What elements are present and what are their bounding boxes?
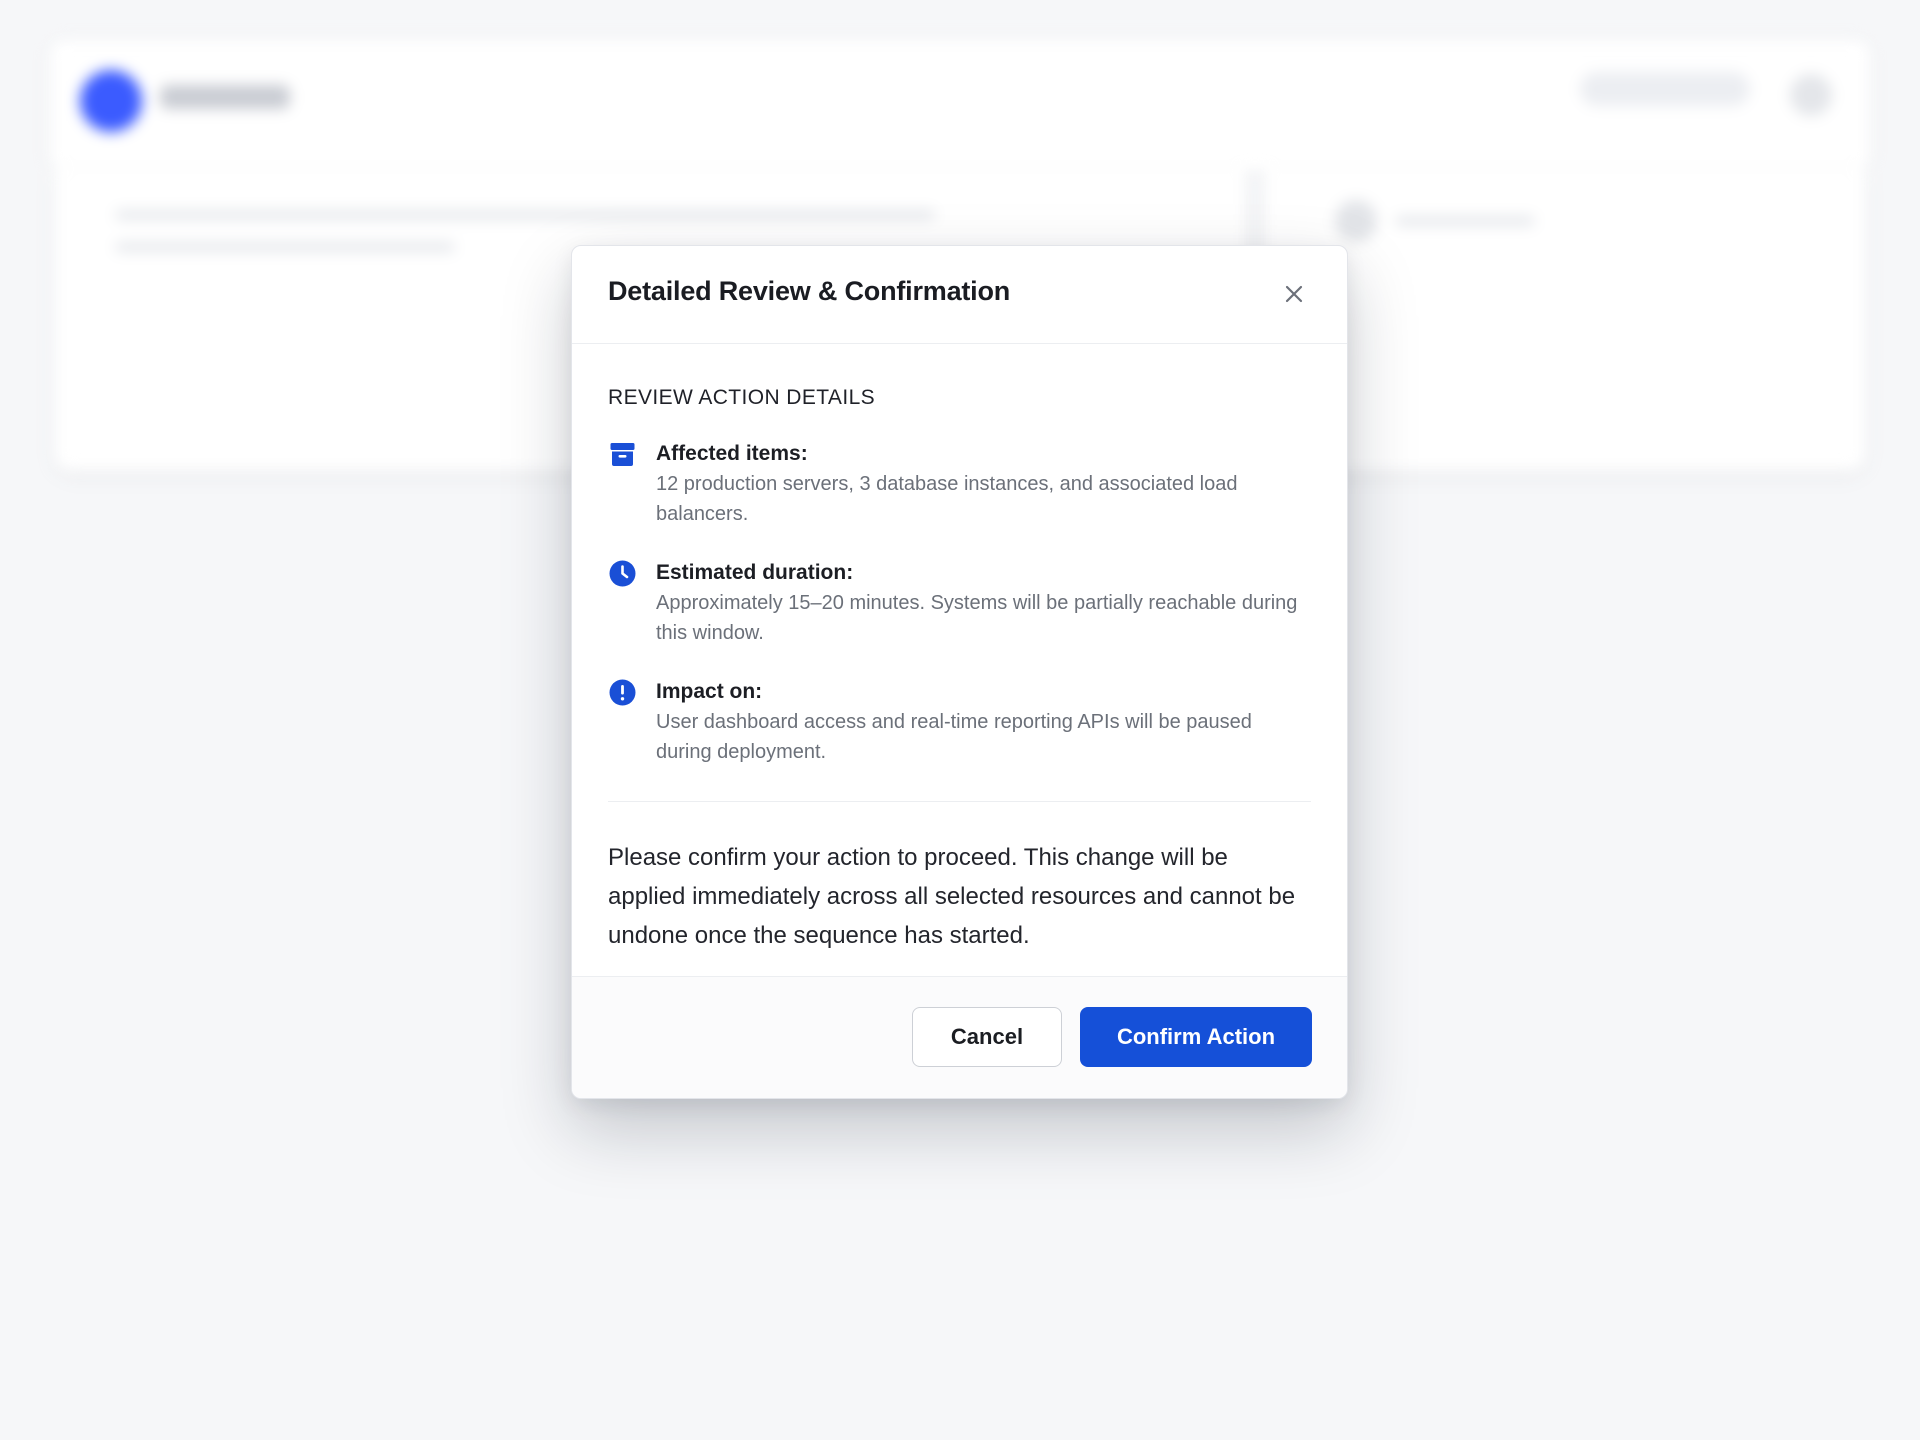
background-brand <box>160 85 290 109</box>
detail-affected-items: Affected items: 12 production servers, 3… <box>608 440 1311 529</box>
detail-impact: Impact on: User dashboard access and rea… <box>608 678 1311 767</box>
divider <box>608 801 1311 802</box>
confirmation-message: Please confirm your action to proceed. T… <box>608 844 1296 949</box>
detail-label: Estimated duration: <box>656 561 854 584</box>
alert-circle-icon <box>609 679 636 706</box>
background-card-side <box>1265 170 1865 470</box>
cancel-button[interactable]: Cancel <box>912 1007 1062 1067</box>
confirm-action-button[interactable]: Confirm Action <box>1080 1007 1312 1067</box>
dialog-header: Detailed Review & Confirmation <box>572 246 1347 344</box>
dialog-title: Detailed Review & Confirmation <box>608 276 1011 306</box>
background-logo <box>80 70 142 132</box>
close-button[interactable] <box>1281 281 1307 307</box>
detail-estimated-duration: Estimated duration: Approximately 15–20 … <box>608 559 1311 648</box>
close-icon <box>1285 285 1303 303</box>
archive-box-icon <box>610 443 635 466</box>
detail-label: Impact on: <box>656 680 763 703</box>
detail-label: Affected items: <box>656 442 808 465</box>
dialog-footer: Cancel Confirm Action <box>572 976 1347 1098</box>
clock-icon <box>609 560 636 587</box>
detail-text: User dashboard access and real-time repo… <box>656 711 1252 763</box>
background-pill <box>1580 72 1750 106</box>
dialog-body: REVIEW ACTION DETAILS Affected items: 12… <box>572 386 1347 955</box>
detail-text: Approximately 15–20 minutes. Systems wil… <box>656 592 1298 644</box>
section-title: REVIEW ACTION DETAILS <box>608 386 876 409</box>
confirmation-dialog: Detailed Review & Confirmation REVIEW AC… <box>571 245 1348 1099</box>
background-avatar <box>1790 74 1832 116</box>
detail-text: 12 production servers, 3 database instan… <box>656 473 1238 525</box>
